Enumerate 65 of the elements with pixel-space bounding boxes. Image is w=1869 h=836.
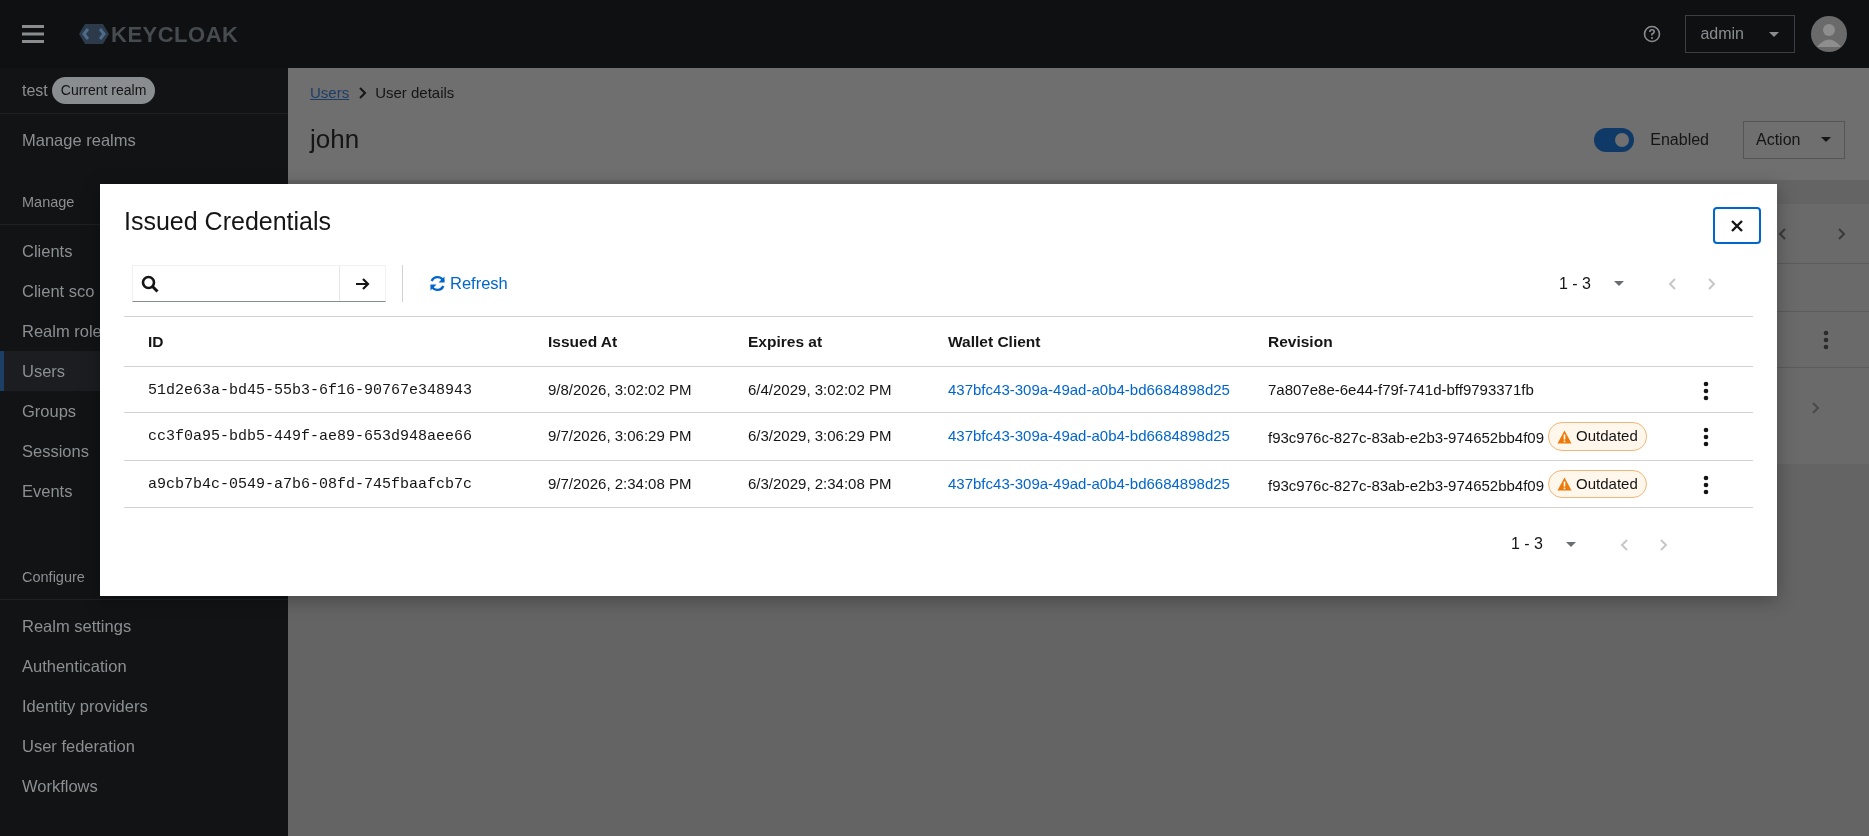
wallet-client-link[interactable]: 437bfc43-309a-49ad-a0b4-bd6684898d25	[948, 380, 1230, 398]
table-cell: 51d2e63a-bd45-55b3-6f16-90767e348943	[148, 381, 473, 399]
wallet-client-link[interactable]: 437bfc43-309a-49ad-a0b4-bd6684898d25	[948, 474, 1230, 492]
nav-item[interactable]: User federation	[0, 725, 288, 766]
caret-icon	[1820, 136, 1832, 143]
enabled-toggle[interactable]	[1594, 127, 1635, 152]
warning-icon	[1557, 477, 1573, 491]
wallet-client-link[interactable]: 437bfc43-309a-49ad-a0b4-bd6684898d25	[948, 427, 1230, 445]
status-label: Outdated	[1548, 469, 1647, 499]
status-label: Outdated	[1548, 422, 1647, 451]
column-header: Revision	[1244, 316, 1697, 367]
column-header: Wallet Client	[924, 316, 1244, 367]
kebab-icon[interactable]	[1823, 329, 1829, 350]
nav-item[interactable]: Identity providers	[0, 685, 288, 726]
nav-item[interactable]: Manage realms	[0, 120, 288, 160]
breadcrumb-item: User details	[375, 83, 455, 103]
logo-icon	[77, 22, 111, 46]
column-header: Expires at	[724, 316, 924, 367]
pagination-range: 1 - 3	[1511, 534, 1543, 555]
table-cell: 9/8/2026, 3:02:02 PM	[548, 380, 692, 398]
realm-name: test	[22, 80, 48, 101]
action-dropdown[interactable]: Action	[1743, 120, 1845, 159]
avatar-icon[interactable]	[1811, 16, 1847, 52]
caret-icon[interactable]	[1565, 540, 1577, 548]
column-header: ID	[124, 316, 524, 367]
table-cell: a9cb7b4c-0549-a7b6-08fd-745fbaafcb7c	[148, 475, 473, 493]
arrow-right-icon	[354, 276, 371, 291]
table-cell: 6/3/2029, 2:34:08 PM	[748, 474, 892, 492]
nav-item[interactable]: Realm settings	[0, 605, 288, 646]
chevron-right-icon	[1658, 538, 1669, 552]
refresh-icon	[429, 275, 446, 292]
column-header: Issued At	[524, 316, 724, 367]
warning-icon	[1557, 429, 1573, 444]
help-icon[interactable]	[1643, 25, 1662, 43]
kebab-icon	[1703, 474, 1709, 495]
table-cell: 9/7/2026, 2:34:08 PM	[548, 474, 692, 492]
table-cell: cc3f0a95-bdb5-449f-ae89-653d948aee66	[148, 428, 473, 446]
table-cell: f93c976c-827c-83ab-e2b3-974652bb4f09	[1268, 477, 1545, 494]
pagination-range: 1 - 3	[1559, 273, 1591, 294]
chevron-left-icon	[1667, 277, 1678, 292]
chevron-left-icon	[1619, 538, 1630, 552]
user-dropdown[interactable]: admin	[1685, 15, 1795, 53]
toggle-label: Enabled	[1650, 129, 1709, 150]
chevron-right-icon	[357, 86, 368, 101]
page-title: john	[310, 123, 360, 156]
table-cell: 9/7/2026, 3:06:29 PM	[548, 427, 692, 445]
search-icon	[141, 275, 159, 293]
realm-badge: Current realm	[51, 77, 156, 104]
close-button[interactable]	[1713, 207, 1761, 244]
search-field[interactable]	[132, 265, 386, 302]
menu-icon[interactable]	[22, 24, 44, 44]
close-icon	[1731, 219, 1743, 232]
table-cell: 7a807e8e-6e44-f79f-741d-bff9793371fb	[1268, 380, 1534, 398]
refresh-button[interactable]: Refresh	[429, 271, 508, 296]
kebab-icon	[1703, 427, 1709, 448]
chevron-right-icon	[1706, 277, 1717, 292]
caret-icon[interactable]	[1613, 280, 1625, 287]
table-cell: 6/3/2029, 3:06:29 PM	[748, 427, 892, 445]
nav-item[interactable]: Authentication	[0, 645, 288, 686]
caret-icon	[1768, 30, 1780, 38]
kebab-icon	[1703, 380, 1709, 401]
brand-name: KEYCLOAK	[111, 20, 239, 49]
table-cell: 6/4/2029, 3:02:02 PM	[748, 380, 892, 398]
nav-item[interactable]: Workflows	[0, 765, 288, 806]
table-cell: f93c976c-827c-83ab-e2b3-974652bb4f09	[1268, 429, 1545, 447]
